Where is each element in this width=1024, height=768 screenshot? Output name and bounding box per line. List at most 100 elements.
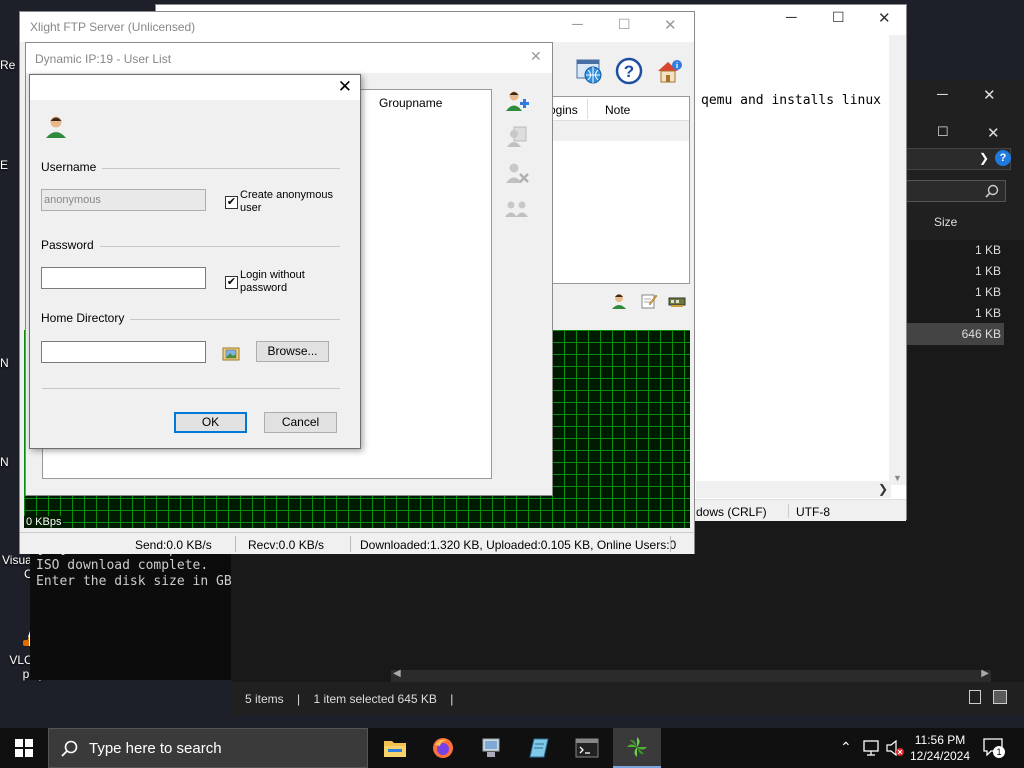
user-list-titlebar: Dynamic IP:19 - User List ✕ bbox=[26, 43, 552, 73]
taskbar-notepad[interactable] bbox=[515, 728, 563, 768]
user-icon[interactable] bbox=[610, 292, 628, 310]
column-header-size[interactable]: Size bbox=[934, 215, 957, 229]
maximize-icon[interactable]: ☐ bbox=[937, 124, 949, 140]
help-icon[interactable]: ? bbox=[614, 56, 644, 86]
notification-badge: 1 bbox=[993, 746, 1005, 758]
close-icon[interactable]: ✕ bbox=[983, 86, 996, 104]
notepad-icon bbox=[529, 738, 549, 758]
create-anonymous-user-checkbox[interactable]: ✔ bbox=[225, 196, 238, 209]
taskbar-file-explorer[interactable] bbox=[371, 728, 419, 768]
home-info-icon[interactable]: i bbox=[654, 56, 684, 86]
terminal-window[interactable]: [OK] Download completed. ISO download co… bbox=[30, 540, 235, 680]
close-icon[interactable]: ✕ bbox=[338, 77, 352, 97]
chevron-down-icon[interactable]: ❯ bbox=[979, 151, 989, 165]
list-item[interactable] bbox=[547, 121, 689, 141]
notification-center-icon[interactable]: 1 bbox=[983, 738, 1005, 758]
status-selection: 1 item selected 645 KB bbox=[313, 692, 437, 706]
folder-icon bbox=[384, 741, 406, 757]
status-transfer-summary: Downloaded:1.320 KB, Uploaded:0.105 KB, … bbox=[360, 538, 677, 552]
delete-user-icon[interactable] bbox=[504, 161, 530, 185]
clock-date: 12/24/2024 bbox=[909, 749, 971, 763]
file-size-cell: 1 KB bbox=[974, 285, 1001, 299]
close-icon[interactable]: ✕ bbox=[530, 48, 542, 65]
horizontal-scrollbar[interactable]: ❯ bbox=[696, 481, 891, 498]
vertical-scrollbar[interactable]: ▼ bbox=[889, 35, 906, 485]
terminal-line: Enter the disk size in GB bbox=[36, 574, 232, 589]
status-divider: | bbox=[450, 692, 454, 706]
volume-muted-icon[interactable] bbox=[885, 739, 905, 757]
taskbar-search-box[interactable]: Type here to search bbox=[48, 728, 368, 768]
taskbar-terminal[interactable] bbox=[563, 728, 611, 768]
status-divider: | bbox=[297, 692, 301, 706]
status-recv-rate: Recv:0.0 KB/s bbox=[248, 538, 325, 552]
scroll-right-icon[interactable]: ❯ bbox=[878, 482, 888, 496]
horizontal-scrollbar[interactable]: ◀ ▶ bbox=[391, 668, 991, 682]
status-divider bbox=[788, 504, 789, 518]
windows-logo-icon bbox=[15, 739, 33, 757]
password-field[interactable] bbox=[41, 267, 206, 289]
home-directory-group-label: Home Directory bbox=[41, 311, 131, 325]
username-field[interactable] bbox=[41, 189, 206, 211]
search-icon bbox=[61, 740, 78, 757]
login-without-password-checkbox[interactable]: ✔ bbox=[225, 276, 238, 289]
taskbar-remote-desktop[interactable] bbox=[467, 728, 515, 768]
search-box[interactable] bbox=[906, 180, 1006, 202]
maximize-icon[interactable]: ☐ bbox=[832, 9, 845, 26]
network-card-icon[interactable] bbox=[668, 292, 686, 310]
file-size-cell: 1 KB bbox=[974, 243, 1001, 257]
taskbar-firefox[interactable] bbox=[419, 728, 467, 768]
svg-text:?: ? bbox=[624, 62, 634, 81]
notepad-text[interactable]: qemu and installs linux bbox=[701, 93, 881, 108]
virtual-server-globe-icon[interactable] bbox=[574, 56, 604, 86]
start-button[interactable] bbox=[0, 728, 48, 768]
file-size-cell: 1 KB bbox=[974, 264, 1001, 278]
terminal-line: ISO download complete. bbox=[36, 558, 209, 573]
network-icon[interactable] bbox=[862, 740, 880, 756]
scroll-left-icon[interactable]: ◀ bbox=[393, 668, 401, 679]
status-divider bbox=[350, 536, 351, 552]
details-view-icon[interactable] bbox=[969, 690, 981, 704]
taskbar-xlight-ftp[interactable] bbox=[613, 728, 661, 768]
login-without-password-label: Login without bbox=[240, 269, 305, 281]
large-icons-view-icon[interactable] bbox=[993, 690, 1007, 704]
user-group-icon[interactable] bbox=[504, 197, 530, 221]
status-divider bbox=[670, 536, 671, 552]
close-icon[interactable]: ✕ bbox=[987, 124, 1000, 142]
edit-note-icon[interactable] bbox=[640, 292, 658, 310]
add-user-dialog[interactable]: ✕ Username ✔ Create anonymous user Passw… bbox=[29, 74, 361, 449]
address-bar[interactable]: ❯ ? bbox=[906, 148, 1011, 170]
home-directory-field[interactable] bbox=[41, 341, 206, 363]
search-icon bbox=[985, 184, 999, 198]
dialog-titlebar: ✕ bbox=[30, 75, 360, 100]
graph-scale-label: 0 KBps bbox=[24, 516, 64, 528]
explorer-status-bar: 5 items | 1 item selected 645 KB | bbox=[231, 682, 1024, 715]
close-icon[interactable]: ✕ bbox=[878, 9, 891, 27]
xlight-leaf-icon bbox=[627, 737, 647, 757]
scroll-right-icon[interactable]: ▶ bbox=[981, 668, 989, 679]
maximize-icon[interactable]: ☐ bbox=[618, 16, 631, 33]
cancel-button[interactable]: Cancel bbox=[264, 412, 337, 433]
browse-button[interactable]: Browse... bbox=[256, 341, 329, 362]
system-clock[interactable]: 11:56 PM 12/24/2024 bbox=[905, 732, 975, 764]
column-header-groupname[interactable]: Groupname bbox=[379, 96, 442, 110]
user-avatar-icon bbox=[46, 116, 66, 138]
column-header-logins[interactable]: ogins bbox=[549, 103, 578, 117]
minimize-icon[interactable]: ─ bbox=[937, 86, 948, 103]
column-divider bbox=[587, 99, 588, 119]
folder-picture-icon[interactable] bbox=[222, 345, 240, 361]
status-line-ending: dows (CRLF) bbox=[696, 505, 767, 519]
server-list[interactable]: ogins Note bbox=[546, 96, 690, 284]
status-encoding: UTF-8 bbox=[796, 505, 830, 519]
window-title: Dynamic IP:19 - User List bbox=[35, 52, 172, 66]
add-user-icon[interactable] bbox=[504, 89, 530, 113]
scroll-down-icon[interactable]: ▼ bbox=[893, 473, 902, 483]
ok-button[interactable]: OK bbox=[174, 412, 247, 433]
file-size-cell: 1 KB bbox=[974, 306, 1001, 320]
minimize-icon[interactable]: ─ bbox=[786, 9, 797, 26]
minimize-icon[interactable]: ─ bbox=[572, 16, 583, 33]
close-icon[interactable]: ✕ bbox=[664, 16, 677, 34]
show-hidden-icons-chevron-icon[interactable]: ⌃ bbox=[840, 739, 852, 756]
copy-user-icon[interactable] bbox=[504, 125, 530, 149]
help-icon[interactable]: ? bbox=[995, 150, 1011, 166]
column-header-note[interactable]: Note bbox=[605, 103, 630, 117]
